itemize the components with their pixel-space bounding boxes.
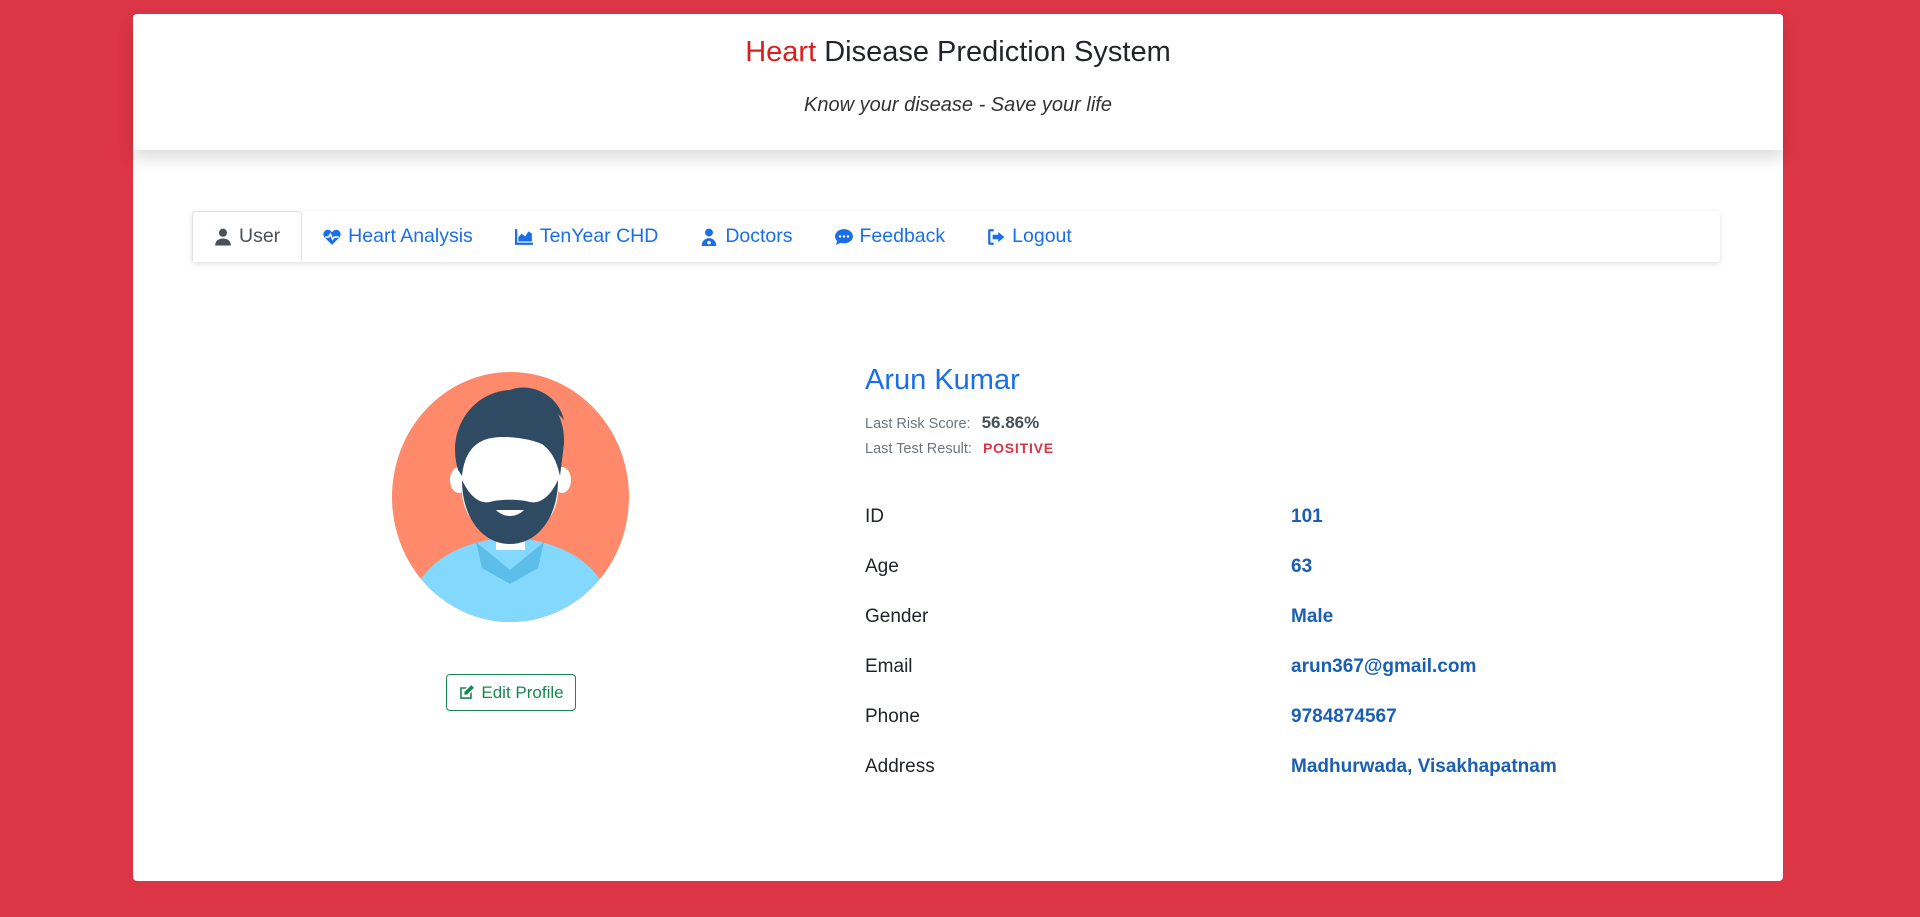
sign-out-icon bbox=[988, 228, 1005, 245]
info-label: Age bbox=[865, 556, 899, 577]
info-row-age: Age 63 bbox=[865, 556, 1665, 586]
user-doctor-icon bbox=[702, 228, 717, 246]
info-row-gender: Gender Male bbox=[865, 606, 1665, 636]
area-chart-icon bbox=[514, 228, 533, 245]
nav-tabs: User Heart Analysis TenYear CHD Doctors … bbox=[192, 211, 1720, 262]
tab-label: Logout bbox=[1012, 225, 1072, 247]
info-label: Address bbox=[865, 756, 935, 777]
tab-user[interactable]: User bbox=[192, 211, 303, 262]
tab-logout[interactable]: Logout bbox=[966, 211, 1093, 262]
comment-dots-icon bbox=[834, 228, 853, 245]
tab-label: User bbox=[239, 225, 281, 247]
tab-heart-analysis[interactable]: Heart Analysis bbox=[302, 211, 494, 262]
tab-label: Heart Analysis bbox=[348, 225, 473, 247]
info-row-id: ID 101 bbox=[865, 506, 1665, 536]
risk-score-row: Last Risk Score: 56.86% bbox=[865, 413, 1039, 433]
info-value: 101 bbox=[1291, 506, 1323, 527]
test-result-row: Last Test Result: POSITIVE bbox=[865, 440, 1054, 457]
test-result-label: Last Test Result: bbox=[865, 441, 972, 457]
info-row-address: Address Madhurwada, Visakhapatnam bbox=[865, 756, 1665, 786]
info-label: ID bbox=[865, 506, 884, 527]
main-card: Heart Disease Prediction System Know you… bbox=[133, 14, 1783, 881]
info-label: Email bbox=[865, 656, 913, 677]
edit-profile-label: Edit Profile bbox=[481, 682, 564, 702]
info-row-phone: Phone 9784874567 bbox=[865, 706, 1665, 736]
edit-icon bbox=[460, 685, 475, 699]
tab-feedback[interactable]: Feedback bbox=[814, 211, 967, 262]
avatar bbox=[392, 372, 629, 622]
info-value: arun367@gmail.com bbox=[1291, 656, 1477, 677]
tab-label: TenYear CHD bbox=[539, 225, 659, 247]
tab-doctors[interactable]: Doctors bbox=[679, 211, 813, 262]
user-name: Arun Kumar bbox=[865, 364, 1020, 396]
info-value: Madhurwada, Visakhapatnam bbox=[1291, 756, 1557, 777]
tab-tenyear-chd[interactable]: TenYear CHD bbox=[494, 211, 680, 262]
tab-label: Feedback bbox=[859, 225, 946, 247]
heartbeat-icon bbox=[323, 229, 341, 245]
info-value: Male bbox=[1291, 606, 1334, 627]
site-title: Heart Disease Prediction System bbox=[133, 36, 1783, 69]
test-result-value: POSITIVE bbox=[982, 440, 1054, 456]
site-title-accent: Heart bbox=[745, 36, 817, 68]
info-label: Gender bbox=[865, 606, 929, 627]
risk-score-label: Last Risk Score: bbox=[865, 416, 971, 432]
info-row-email: Email arun367@gmail.com bbox=[865, 656, 1665, 686]
risk-score-value: 56.86% bbox=[981, 413, 1040, 432]
tab-label: Doctors bbox=[725, 225, 793, 247]
edit-profile-button[interactable]: Edit Profile bbox=[446, 674, 576, 711]
user-icon bbox=[215, 228, 231, 245]
info-value: 63 bbox=[1291, 556, 1313, 577]
tagline: Know your disease - Save your life bbox=[804, 94, 1112, 116]
page-header: Heart Disease Prediction System Know you… bbox=[133, 14, 1783, 150]
info-value: 9784874567 bbox=[1291, 706, 1397, 727]
site-title-rest: Disease Prediction System bbox=[824, 36, 1171, 68]
info-label: Phone bbox=[865, 706, 920, 727]
